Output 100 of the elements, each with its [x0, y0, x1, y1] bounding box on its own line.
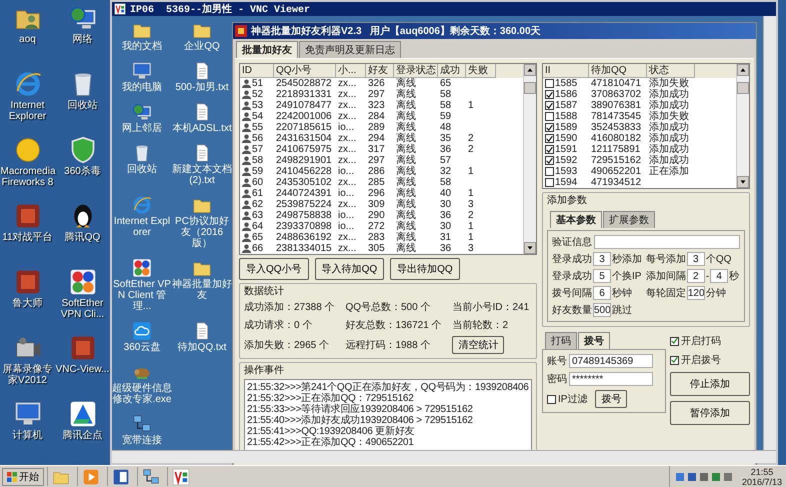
- icon-label[interactable]: Macromedia Fireworks 8: [0, 166, 54, 188]
- column-header[interactable]: 成功: [438, 64, 466, 78]
- scroll-up-icon[interactable]: [737, 64, 749, 76]
- checkbox[interactable]: [545, 178, 554, 187]
- icon-label[interactable]: 屏幕录像专家V2012: [0, 364, 54, 386]
- column-header[interactable]: 失败: [466, 64, 496, 78]
- import-export-button[interactable]: 导出待加QQ: [390, 258, 460, 280]
- network-computers-icon[interactable]: [132, 414, 152, 434]
- column-header[interactable]: ID: [240, 64, 274, 78]
- tab[interactable]: 批量加好友: [236, 41, 298, 58]
- icon-label[interactable]: 待加QQ.txt: [172, 342, 232, 353]
- network-computers-icon[interactable]: [142, 468, 160, 486]
- vertical-scrollbar[interactable]: [763, 16, 776, 450]
- clock-time[interactable]: 21:55: [750, 466, 774, 476]
- browser-icon[interactable]: [132, 195, 152, 215]
- icon-label[interactable]: aoq: [0, 34, 54, 45]
- scroll-down-icon[interactable]: [524, 242, 536, 254]
- icon-label[interactable]: 360云盘: [112, 342, 172, 353]
- icon-label[interactable]: 超级硬件信息修改专家.exe: [112, 383, 172, 405]
- import-export-button[interactable]: 导入待加QQ: [314, 258, 384, 280]
- icon-label[interactable]: 计算机: [0, 430, 54, 441]
- clock-date[interactable]: 2016/7/13: [742, 476, 782, 486]
- scroll-down-icon[interactable]: [737, 176, 749, 188]
- icon-label[interactable]: Internet Explorer: [0, 100, 54, 122]
- column-header[interactable]: 好友: [366, 64, 394, 78]
- browser-icon[interactable]: [14, 70, 42, 98]
- cloud-icon[interactable]: [132, 321, 152, 341]
- shield-icon[interactable]: [68, 136, 96, 164]
- dial-button[interactable]: 拨号: [595, 390, 628, 408]
- icon-label[interactable]: 360杀毒: [56, 166, 110, 177]
- tab[interactable]: 基本参数: [550, 211, 602, 228]
- icon-label[interactable]: 回收站: [56, 100, 110, 111]
- triangle-logo-icon[interactable]: [68, 400, 96, 428]
- tab[interactable]: 扩展参数: [603, 211, 655, 228]
- four-dots-icon[interactable]: [132, 258, 152, 278]
- four-dots-icon[interactable]: [68, 268, 96, 296]
- checkbox[interactable]: [545, 167, 554, 176]
- column-header[interactable]: 小...: [336, 64, 366, 78]
- password-field[interactable]: ********: [569, 372, 653, 386]
- icon-label[interactable]: 腾讯QQ: [56, 232, 110, 243]
- column-header[interactable]: 待加QQ: [589, 64, 647, 78]
- icon-label[interactable]: 腾讯企点: [56, 430, 110, 441]
- checkbox[interactable]: [545, 112, 554, 121]
- action-button[interactable]: 停止添加: [670, 372, 750, 396]
- action-button[interactable]: 暂停添加: [670, 401, 750, 425]
- vnc-icon[interactable]: [114, 3, 126, 15]
- icon-label[interactable]: Internet Explorer: [112, 216, 172, 238]
- number-field[interactable]: 120: [686, 286, 705, 300]
- column-header[interactable]: II: [543, 64, 589, 78]
- column-header[interactable]: 状态: [647, 64, 695, 78]
- icon-label[interactable]: 企业QQ: [172, 41, 232, 52]
- number-field[interactable]: 500: [593, 303, 611, 317]
- icon-label[interactable]: 鲁大师: [0, 298, 54, 309]
- checkbox[interactable]: [545, 101, 554, 110]
- horizontal-scrollbar[interactable]: [112, 450, 776, 463]
- number-field[interactable]: 2: [686, 269, 705, 283]
- number-field[interactable]: 6: [593, 286, 611, 300]
- icon-label[interactable]: 新建文本文档 (2).txt: [172, 164, 232, 186]
- icon-label[interactable]: 本机ADSL.txt: [172, 123, 232, 134]
- tab[interactable]: 拨号: [578, 332, 610, 349]
- icon-label[interactable]: 网上邻居: [112, 123, 172, 134]
- number-field[interactable]: 3: [593, 252, 611, 266]
- icon-label[interactable]: 我的电脑: [112, 82, 172, 93]
- account-field[interactable]: 07489145369: [569, 354, 653, 368]
- tab[interactable]: 免责声明及更新日志: [299, 41, 401, 58]
- icon-label[interactable]: 我的文档: [112, 41, 172, 52]
- start-button[interactable]: 开始: [2, 468, 44, 486]
- vertical-scrollbar[interactable]: [736, 64, 749, 188]
- scroll-thumb[interactable]: [524, 82, 536, 94]
- icon-label[interactable]: 神器批量加好友: [172, 279, 232, 301]
- checkbox[interactable]: [545, 79, 554, 88]
- import-export-button[interactable]: 导入QQ小号: [239, 258, 309, 280]
- checkbox[interactable]: [670, 356, 679, 364]
- scroll-thumb[interactable]: [737, 82, 749, 94]
- tab[interactable]: 打码: [545, 332, 577, 349]
- column-header[interactable]: QQ小号: [274, 64, 336, 78]
- icon-label[interactable]: 回收站: [112, 164, 172, 175]
- icon-label[interactable]: 500-加男.txt: [172, 82, 232, 93]
- column-header[interactable]: 登录状态: [394, 64, 438, 78]
- checkbox[interactable]: [670, 336, 679, 346]
- icon-label[interactable]: VNC-View...: [56, 364, 110, 375]
- globe-monitor-icon[interactable]: [132, 102, 152, 122]
- verify-info-field[interactable]: [594, 235, 740, 249]
- number-field[interactable]: 3: [686, 252, 705, 266]
- icon-label[interactable]: PC协议加好友（2016版）: [172, 216, 232, 249]
- icon-label[interactable]: 宽带连接: [112, 435, 172, 446]
- icon-label[interactable]: SoftEther VPN Cli...: [56, 298, 110, 320]
- icon-label[interactable]: SoftEther VPN Client 管理...: [112, 279, 172, 312]
- checkbox[interactable]: [545, 145, 554, 154]
- scroll-up-icon[interactable]: [524, 64, 536, 76]
- monitor-icon[interactable]: [132, 61, 152, 81]
- checkbox[interactable]: [545, 123, 554, 132]
- number-field[interactable]: 4: [710, 269, 728, 283]
- checkbox[interactable]: [545, 156, 554, 165]
- app-icon[interactable]: [14, 136, 42, 164]
- checkbox[interactable]: [545, 90, 554, 99]
- clear-stats-button[interactable]: 清空统计: [452, 336, 504, 354]
- vertical-scrollbar[interactable]: [523, 64, 536, 254]
- number-field[interactable]: 5: [593, 269, 611, 283]
- icon-label[interactable]: 11对战平台: [0, 232, 54, 243]
